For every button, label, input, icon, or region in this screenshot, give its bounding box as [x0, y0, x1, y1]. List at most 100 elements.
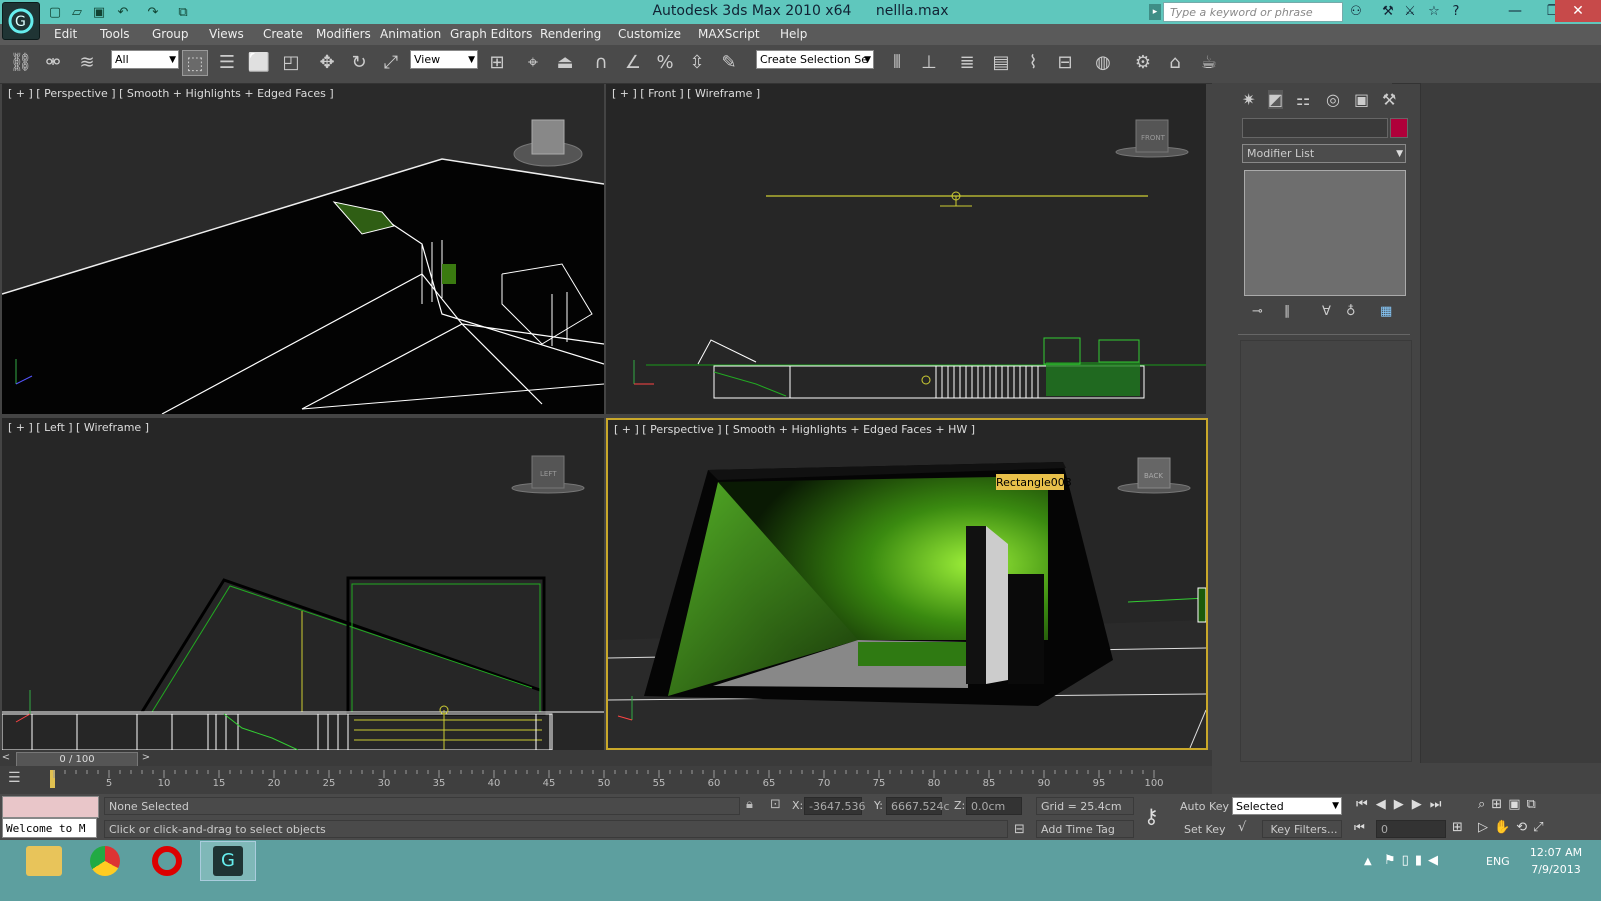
chrome-icon[interactable] — [90, 846, 120, 876]
menu-rendering[interactable]: Rendering — [540, 27, 601, 41]
search-expand-icon[interactable]: ▸ — [1149, 4, 1161, 20]
next-key-icon[interactable]: ▶ — [1412, 797, 1430, 812]
viewport-perspective-top[interactable]: [ + ] [ Perspective ] [ Smooth + Highlig… — [2, 84, 604, 414]
schematic-view-icon[interactable]: ⊟ — [1052, 50, 1078, 76]
taskbar-3dsmax-button[interactable]: G — [200, 841, 256, 881]
y-coordinate-field[interactable]: 6667.524c — [886, 797, 950, 815]
menu-create[interactable]: Create — [263, 27, 303, 41]
battery-icon[interactable]: ▯ — [1402, 853, 1415, 868]
time-configuration-icon[interactable]: ⊞ — [1452, 820, 1463, 835]
add-time-tag[interactable]: Add Time Tag — [1036, 820, 1134, 838]
display-tab-icon[interactable]: ▣ — [1354, 90, 1369, 109]
align-icon[interactable]: ⊥ — [916, 50, 942, 76]
select-object-icon[interactable]: ⬚ — [182, 50, 208, 76]
spinner-snap-icon[interactable]: ⇳ — [684, 50, 710, 76]
select-and-move-icon[interactable]: ✥ — [314, 50, 340, 76]
create-tab-icon[interactable]: ✷ — [1242, 90, 1255, 109]
binoculars-icon[interactable]: ⚇ — [1348, 4, 1364, 20]
file-explorer-icon[interactable] — [26, 846, 62, 876]
viewport-left[interactable]: LEFT [ + ] [ Left ] [ Wireframe ] — [2, 418, 604, 750]
pivot-center-icon[interactable]: ⊞ — [484, 50, 510, 76]
auto-key-button[interactable]: Auto Key — [1180, 800, 1229, 813]
render-setup-icon[interactable]: ⚙ — [1130, 50, 1156, 76]
z-coordinate-field[interactable]: 0.0cm — [966, 797, 1022, 815]
x-coordinate-field[interactable]: -3647.536 — [804, 797, 865, 815]
motion-tab-icon[interactable]: ◎ — [1326, 90, 1340, 109]
menu-views[interactable]: Views — [209, 27, 244, 41]
curve-editor-icon[interactable]: ⌇ — [1020, 50, 1046, 76]
viewport-label-front[interactable]: [ + ] [ Front ] [ Wireframe ] — [612, 87, 760, 100]
make-unique-icon[interactable]: ∀ — [1322, 304, 1331, 319]
configure-modifier-sets-icon[interactable]: ▦ — [1380, 304, 1392, 319]
viewport-perspective-active[interactable]: BACK Rectangle003 [ + ] [ Perspective ] … — [606, 418, 1208, 750]
favorites-star-icon[interactable]: ☆ — [1426, 4, 1442, 20]
reference-coord-dropdown[interactable]: View ▼ — [410, 50, 478, 69]
flag-icon[interactable]: ⚑ — [1384, 853, 1402, 868]
angle-snap-icon[interactable]: ∠ — [620, 50, 646, 76]
close-button[interactable]: ✕ — [1555, 0, 1601, 22]
menu-animation[interactable]: Animation — [380, 27, 441, 41]
goto-end-icon[interactable]: ⏭ — [1430, 797, 1450, 812]
utilities-tab-icon[interactable]: ⚒ — [1382, 90, 1396, 109]
opera-icon[interactable] — [152, 846, 182, 876]
edit-named-selection-icon[interactable]: ✎ — [716, 50, 742, 76]
select-manipulate-icon[interactable]: ⌖ — [520, 50, 546, 76]
modifier-stack[interactable] — [1244, 170, 1406, 296]
prev-frame-arrow-icon[interactable]: < — [0, 752, 12, 766]
modifier-list-dropdown[interactable]: Modifier List ▼ — [1242, 144, 1406, 163]
pin-stack-icon[interactable]: ⊸ — [1252, 304, 1263, 319]
hierarchy-tab-icon[interactable]: ⚏ — [1296, 90, 1310, 109]
viewport-label-left[interactable]: [ + ] [ Left ] [ Wireframe ] — [8, 421, 149, 434]
search-input[interactable]: Type a keyword or phrase — [1163, 2, 1343, 22]
named-selection-dropdown[interactable]: Create Selection Se ▼ — [756, 50, 874, 69]
object-color-swatch[interactable] — [1390, 118, 1408, 138]
render-production-icon[interactable]: ☕ — [1196, 50, 1222, 76]
menu-help[interactable]: Help — [780, 27, 807, 41]
orbit-icon[interactable]: ⟲ — [1516, 820, 1533, 835]
snaps-toggle-icon[interactable]: ∩ — [588, 50, 614, 76]
maxscript-listener[interactable]: Welcome to M — [2, 818, 97, 838]
select-and-link-icon[interactable]: ⛓ — [8, 50, 34, 76]
select-and-scale-icon[interactable]: ⤢ — [378, 50, 404, 76]
viewport-front[interactable]: FRONT [ + ] [ Front ] [ Wireframe ] — [606, 84, 1206, 414]
subscription-icon[interactable]: ⚒ — [1380, 4, 1396, 20]
rectangular-selection-icon[interactable]: ⬜ — [246, 50, 272, 76]
language-indicator[interactable]: ENG — [1486, 855, 1510, 868]
show-end-result-icon[interactable]: ∥ — [1284, 304, 1291, 319]
set-key-mode-icon[interactable]: ⚷ — [1144, 804, 1159, 828]
zoom-extents-all-icon[interactable]: ⧉ — [1526, 797, 1541, 812]
absolute-mode-icon[interactable]: ⊡ — [770, 797, 781, 812]
set-key-button[interactable]: Set Key — [1184, 823, 1226, 836]
network-icon[interactable]: ▮ — [1415, 853, 1428, 868]
object-name-input[interactable] — [1242, 118, 1388, 138]
time-tag-icon[interactable]: ⊟ — [1014, 822, 1025, 837]
menu-maxscript[interactable]: MAXScript — [698, 27, 760, 41]
remove-modifier-icon[interactable]: ♁ — [1346, 304, 1356, 319]
select-by-name-icon[interactable]: ☰ — [214, 50, 240, 76]
app-menu-button[interactable]: G — [2, 2, 40, 40]
play-icon[interactable]: ▶ — [1394, 797, 1412, 812]
bind-space-warp-icon[interactable]: ≋ — [74, 50, 100, 76]
layer-manager-icon[interactable]: ≣ — [954, 50, 980, 76]
pan-hand-icon[interactable]: ✋ — [1494, 820, 1516, 835]
mirror-icon[interactable]: ⫴ — [884, 50, 910, 76]
zoom-icon[interactable]: ⌕ — [1478, 797, 1491, 812]
next-frame-arrow-icon[interactable]: > — [140, 752, 152, 766]
communication-icon[interactable]: ⚔ — [1402, 4, 1418, 20]
key-mode-dropdown[interactable]: Selected ▼ — [1232, 797, 1342, 815]
viewport-label-perspective-hw[interactable]: [ + ] [ Perspective ] [ Smooth + Highlig… — [614, 423, 975, 436]
select-and-rotate-icon[interactable]: ↻ — [346, 50, 372, 76]
maxscript-mini-listener-top[interactable] — [2, 796, 99, 818]
unlink-icon[interactable]: ⚮ — [40, 50, 66, 76]
zoom-extents-icon[interactable]: ▣ — [1508, 797, 1526, 812]
material-editor-icon[interactable]: ◍ — [1090, 50, 1116, 76]
key-filters-button[interactable]: Key Filters... — [1262, 820, 1342, 838]
minimize-button[interactable]: — — [1496, 0, 1534, 22]
selection-filter-dropdown[interactable]: All ▼ — [111, 50, 179, 69]
menu-tools[interactable]: Tools — [100, 27, 130, 41]
maximize-viewport-icon[interactable]: ⤢ — [1533, 820, 1549, 835]
modify-tab-icon[interactable]: ◩ — [1268, 90, 1284, 109]
keyboard-shortcut-icon[interactable]: ⏏ — [552, 50, 578, 76]
goto-start-icon[interactable]: ⏮ — [1356, 797, 1376, 812]
viewport-label-perspective[interactable]: [ + ] [ Perspective ] [ Smooth + Highlig… — [8, 87, 334, 100]
